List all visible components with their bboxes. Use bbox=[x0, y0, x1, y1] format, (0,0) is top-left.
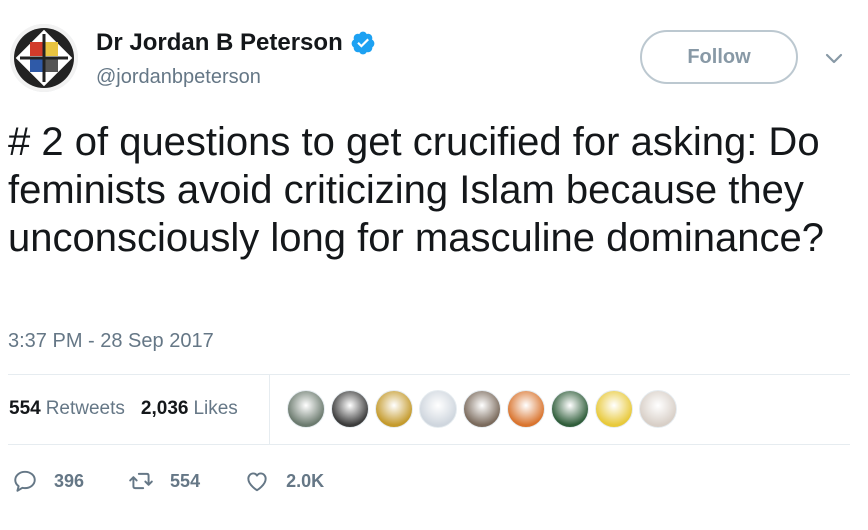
retweets-stat[interactable]: 554 Retweets bbox=[9, 396, 125, 422]
liker-avatar[interactable] bbox=[595, 390, 633, 428]
liker-avatar[interactable] bbox=[507, 390, 545, 428]
heart-icon bbox=[247, 472, 267, 492]
likes-stat[interactable]: 2,036 Likes bbox=[141, 396, 238, 422]
tweet-stats: 554 Retweets 2,036 Likes bbox=[9, 396, 238, 422]
tweet-timestamp[interactable]: 3:37 PM - 28 Sep 2017 bbox=[8, 328, 214, 354]
tweet-actions: 396 554 2.0K bbox=[12, 468, 368, 494]
liker-avatar[interactable] bbox=[551, 390, 589, 428]
author-name-row: Dr Jordan B Peterson bbox=[96, 28, 376, 58]
stats-divider bbox=[269, 374, 270, 444]
divider-bottom bbox=[8, 444, 850, 445]
likes-label: Likes bbox=[193, 398, 238, 419]
retweet-icon bbox=[129, 472, 153, 490]
profile-avatar-icon bbox=[10, 24, 78, 92]
liker-avatar[interactable] bbox=[287, 390, 325, 428]
follow-button[interactable]: Follow bbox=[640, 30, 798, 84]
liker-avatar[interactable] bbox=[375, 390, 413, 428]
verified-badge-icon bbox=[351, 31, 375, 55]
likes-count: 2,036 bbox=[140, 398, 189, 419]
liker-avatar[interactable] bbox=[331, 390, 369, 428]
retweets-count: 554 bbox=[9, 398, 41, 419]
chevron-down-icon[interactable] bbox=[822, 46, 846, 70]
author-avatar[interactable] bbox=[10, 24, 78, 92]
liker-avatar[interactable] bbox=[419, 390, 457, 428]
retweet-action[interactable]: 554 bbox=[128, 468, 200, 494]
liker-avatar[interactable] bbox=[639, 390, 677, 428]
retweets-label: Retweets bbox=[45, 398, 125, 419]
like-action[interactable]: 2.0K bbox=[244, 468, 324, 494]
author-display-name[interactable]: Dr Jordan B Peterson bbox=[96, 28, 343, 58]
reply-action[interactable]: 396 bbox=[12, 468, 84, 494]
like-count: 2.0K bbox=[286, 470, 325, 491]
reply-icon bbox=[14, 470, 36, 492]
tweet-text: # 2 of questions to get crucified for as… bbox=[8, 120, 825, 260]
retweet-count: 554 bbox=[170, 470, 201, 491]
divider-top bbox=[8, 374, 850, 375]
liker-avatar[interactable] bbox=[463, 390, 501, 428]
reply-count: 396 bbox=[54, 470, 85, 491]
author-handle[interactable]: @jordanbpeterson bbox=[96, 64, 261, 90]
likers-avatar-list bbox=[287, 390, 683, 428]
